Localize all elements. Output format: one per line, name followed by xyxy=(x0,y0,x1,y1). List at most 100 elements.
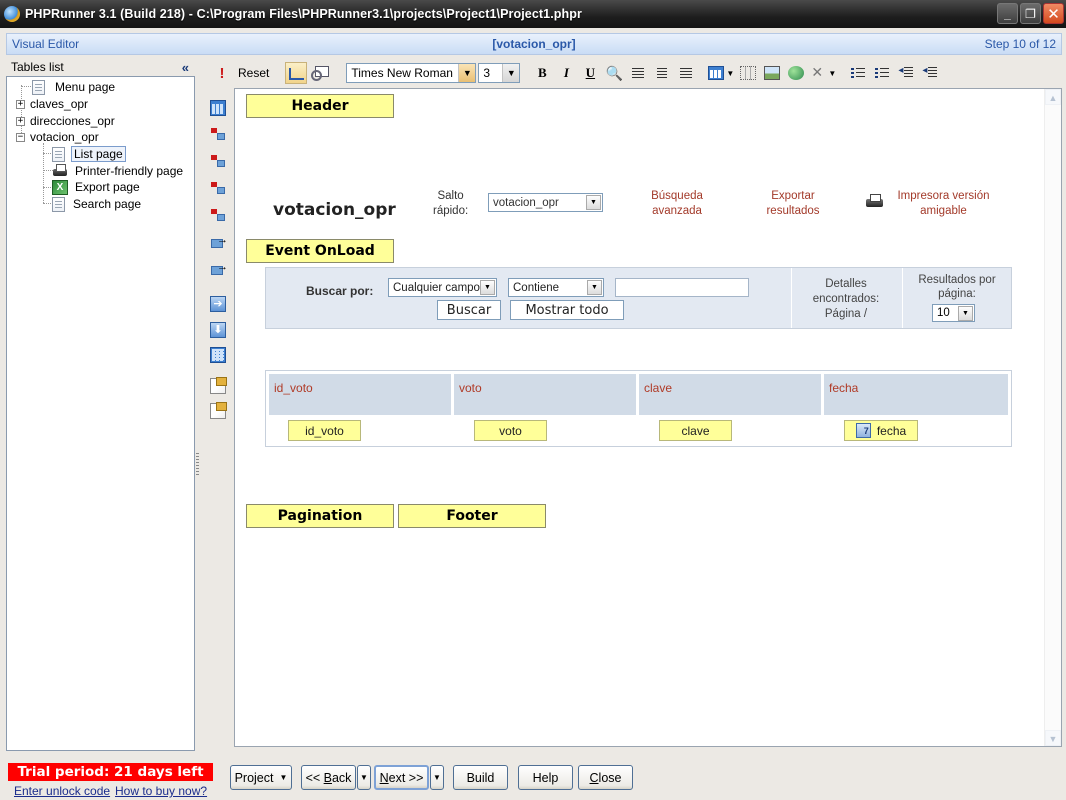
tree-item-menu-page[interactable]: Menu page xyxy=(32,79,117,95)
column-header-id-voto[interactable]: id_voto xyxy=(269,374,451,415)
field-clave[interactable]: clave xyxy=(659,420,732,441)
insert-column-before-icon[interactable] xyxy=(210,180,226,196)
close-window-button[interactable]: ✕ xyxy=(1043,3,1064,24)
next-dropdown-button[interactable]: ▼ xyxy=(430,765,444,790)
build-button[interactable]: Build xyxy=(453,765,508,790)
find-button[interactable]: 🔍 xyxy=(602,63,626,83)
tree-item-search-page[interactable]: Search page xyxy=(52,196,143,212)
chevron-down-icon[interactable]: ▼ xyxy=(458,64,476,82)
minimize-button[interactable]: _ xyxy=(997,3,1018,24)
search-input[interactable] xyxy=(615,278,749,297)
header-section[interactable]: Header xyxy=(246,94,394,118)
tree-item-printer-friendly-page[interactable]: Printer-friendly page xyxy=(52,163,185,179)
align-center-button[interactable] xyxy=(650,63,674,83)
back-dropdown-button[interactable]: ▼ xyxy=(357,765,371,790)
vertical-scrollbar[interactable]: ▲ ▼ xyxy=(1044,89,1061,746)
font-family-select[interactable]: Times New Roman ▼ xyxy=(346,63,477,83)
advanced-search-link[interactable]: Búsqueda avanzada xyxy=(642,189,712,219)
window-title: PHPRunner 3.1 (Build 218) - C:\Program F… xyxy=(25,7,582,21)
align-right-button[interactable] xyxy=(674,63,698,83)
help-button[interactable]: Help xyxy=(518,765,573,790)
scroll-down-icon[interactable]: ▼ xyxy=(1045,730,1061,746)
sidebar-splitter[interactable] xyxy=(195,58,201,751)
back-button[interactable]: << Back xyxy=(301,765,356,790)
search-button[interactable]: Buscar xyxy=(437,300,501,320)
tree-item-claves-opr[interactable]: + claves_opr xyxy=(16,96,90,112)
italic-button[interactable]: I xyxy=(554,63,578,83)
tree-item-list-page[interactable]: List page xyxy=(52,146,126,162)
bullet-list-button[interactable] xyxy=(870,63,894,83)
insert-row-after-icon[interactable] xyxy=(210,153,226,169)
underline-button[interactable]: U xyxy=(578,63,602,83)
insert-table-button[interactable]: ▼ xyxy=(706,63,736,83)
search-operator-select[interactable]: Contiene ▼ xyxy=(508,278,604,297)
insert-image-button[interactable] xyxy=(760,63,784,83)
column-header-clave[interactable]: clave xyxy=(639,374,821,415)
chevron-down-icon[interactable]: ▼ xyxy=(502,64,520,82)
align-left-button[interactable] xyxy=(626,63,650,83)
preview-icon[interactable] xyxy=(310,64,330,82)
merge-right-icon[interactable] xyxy=(210,234,228,251)
app-icon xyxy=(4,6,20,22)
close-button[interactable]: Close xyxy=(578,765,633,790)
column-header-voto[interactable]: voto xyxy=(454,374,636,415)
tree-item-label: Menu page xyxy=(55,80,116,94)
next-button[interactable]: Next >> xyxy=(374,765,429,790)
design-canvas[interactable]: Header votacion_opr Salto rápido: votaci… xyxy=(234,88,1062,747)
enter-unlock-code-link[interactable]: Enter unlock code xyxy=(14,784,110,798)
insert-column-after-icon[interactable] xyxy=(210,207,226,223)
close-icon: ✕ xyxy=(1047,5,1060,23)
split-down-icon[interactable]: ⬇ xyxy=(210,322,226,338)
event-onload-section[interactable]: Event OnLoad xyxy=(246,239,394,263)
chevron-down-icon[interactable]: ▼ xyxy=(480,280,495,295)
scroll-up-icon[interactable]: ▲ xyxy=(1045,89,1061,105)
expand-icon[interactable]: + xyxy=(16,99,25,109)
collapse-sidebar-icon[interactable]: « xyxy=(182,60,189,75)
chevron-down-icon[interactable]: ▼ xyxy=(958,305,973,321)
quick-jump-select[interactable]: votacion_opr ▼ xyxy=(488,193,603,212)
show-all-button[interactable]: Mostrar todo xyxy=(510,300,624,320)
tools-button[interactable]: ▼ xyxy=(808,63,838,83)
chevron-down-icon[interactable]: ▼ xyxy=(587,280,602,295)
project-button[interactable]: Project ▼ xyxy=(230,765,292,790)
merge-down-icon[interactable] xyxy=(210,261,228,278)
printer-icon[interactable] xyxy=(866,194,883,208)
column-header-fecha[interactable]: fecha xyxy=(824,374,1008,415)
align-center-icon xyxy=(657,68,668,78)
tree-item-label: votacion_opr xyxy=(30,130,99,144)
tree-item-direcciones-opr[interactable]: + direcciones_opr xyxy=(16,113,117,129)
table-properties-icon[interactable] xyxy=(210,377,227,394)
outdent-button[interactable] xyxy=(894,63,918,83)
numbered-list-button[interactable] xyxy=(846,63,870,83)
bold-button[interactable]: B xyxy=(530,63,554,83)
info-line: encontrados: xyxy=(812,293,880,305)
footer-section[interactable]: Footer xyxy=(398,504,546,528)
link-text: Exportar xyxy=(771,190,815,202)
collapse-icon[interactable]: − xyxy=(16,132,25,142)
export-results-link[interactable]: Exportar resultados xyxy=(753,189,833,219)
how-to-buy-link[interactable]: How to buy now? xyxy=(115,784,207,798)
split-right-icon[interactable]: ➔ xyxy=(210,296,226,312)
field-voto[interactable]: voto xyxy=(474,420,547,441)
results-per-page-select[interactable]: 10 ▼ xyxy=(932,304,975,322)
printer-friendly-link[interactable]: Impresora versión amigable xyxy=(891,189,996,219)
expand-icon[interactable]: + xyxy=(16,116,25,126)
show-borders-button[interactable] xyxy=(736,63,760,83)
restore-button[interactable]: ❐ xyxy=(1020,3,1041,24)
search-field-select[interactable]: Cualquier campo ▼ xyxy=(388,278,497,297)
indent-button[interactable] xyxy=(918,63,942,83)
cell-properties-icon[interactable] xyxy=(210,402,227,419)
tree-item-export-page[interactable]: X Export page xyxy=(52,179,142,195)
pagination-section[interactable]: Pagination xyxy=(246,504,394,528)
tree-item-votacion-opr[interactable]: − votacion_opr xyxy=(16,129,101,145)
chevron-down-icon[interactable]: ▼ xyxy=(586,195,601,210)
field-fecha[interactable]: 7 fecha xyxy=(844,420,918,441)
cell-grid-icon[interactable] xyxy=(210,347,226,363)
design-mode-icon[interactable] xyxy=(285,62,308,84)
font-size-select[interactable]: 3 ▼ xyxy=(478,63,521,83)
field-id-voto[interactable]: id_voto xyxy=(288,420,361,441)
insert-link-button[interactable] xyxy=(784,63,808,83)
reset-button[interactable]: Reset xyxy=(238,63,269,83)
insert-row-before-icon[interactable] xyxy=(210,126,226,142)
table-icon[interactable] xyxy=(210,100,226,116)
